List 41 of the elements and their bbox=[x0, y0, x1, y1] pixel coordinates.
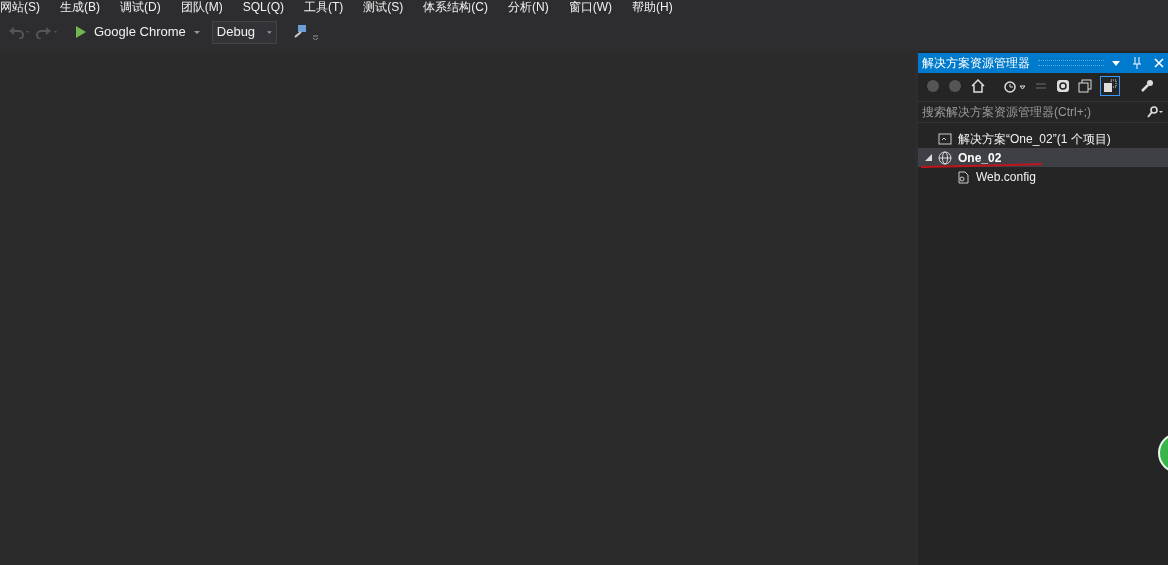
refresh-icon[interactable] bbox=[1056, 78, 1070, 93]
window-tool-icon[interactable] bbox=[292, 24, 321, 40]
globe-icon bbox=[938, 150, 952, 165]
tree-item-label: 解决方案“One_02”(1 个项目) bbox=[958, 130, 1111, 148]
tree-item-label: Web.config bbox=[976, 168, 1036, 186]
dropdown-arrow-icon bbox=[267, 30, 272, 34]
dropdown-arrow-icon bbox=[193, 30, 200, 34]
tree-item[interactable]: Web.config bbox=[918, 167, 1168, 186]
menu-item[interactable]: 分析(N) bbox=[508, 1, 549, 13]
home-icon[interactable] bbox=[970, 77, 986, 94]
play-icon bbox=[76, 26, 86, 38]
tree-item[interactable]: 解决方案“One_02”(1 个项目) bbox=[918, 129, 1168, 148]
collapse-all-icon[interactable] bbox=[1078, 78, 1092, 93]
configuration-dropdown[interactable]: Debug bbox=[211, 20, 277, 44]
menu-item[interactable]: 体系结构(C) bbox=[423, 1, 488, 13]
menu-item[interactable]: 调试(D) bbox=[120, 1, 161, 13]
start-debugging-button[interactable]: Google Chrome bbox=[76, 22, 200, 42]
search-field[interactable]: 搜索解决方案资源管理器(Ctrl+;) bbox=[918, 101, 1168, 123]
menu-item[interactable]: 团队(M) bbox=[180, 1, 223, 13]
solution-icon bbox=[938, 131, 952, 146]
search-icon[interactable] bbox=[1146, 106, 1164, 118]
menu-item[interactable]: 窗口(W) bbox=[568, 1, 612, 13]
search-placeholder: 搜索解决方案资源管理器(Ctrl+;) bbox=[922, 104, 1092, 121]
tree-item[interactable]: One_02 bbox=[918, 148, 1168, 167]
menu-item[interactable]: 帮助(H) bbox=[632, 1, 673, 13]
expand-arrow-icon[interactable] bbox=[924, 153, 932, 162]
pin-icon[interactable] bbox=[1132, 57, 1142, 69]
panel-title: 解决方案资源管理器 bbox=[922, 55, 1030, 72]
menu-item[interactable]: 测试(S) bbox=[363, 1, 404, 13]
tree-item-label: One_02 bbox=[958, 149, 1002, 167]
menu-item[interactable]: 网站(S) bbox=[0, 1, 40, 13]
wrench-icon[interactable] bbox=[1140, 78, 1154, 93]
show-all-files-button[interactable] bbox=[1100, 75, 1120, 96]
config-file-icon bbox=[956, 169, 970, 184]
close-icon[interactable] bbox=[1154, 58, 1164, 68]
menu-item[interactable]: 生成(B) bbox=[60, 1, 100, 13]
dropdown-arrow-icon[interactable] bbox=[1112, 60, 1120, 66]
menu-item[interactable]: 工具(T) bbox=[304, 1, 344, 13]
configuration-value: Debug bbox=[216, 23, 256, 42]
files-icon bbox=[1103, 78, 1117, 93]
menu-item[interactable]: SQL(Q) bbox=[242, 1, 284, 13]
